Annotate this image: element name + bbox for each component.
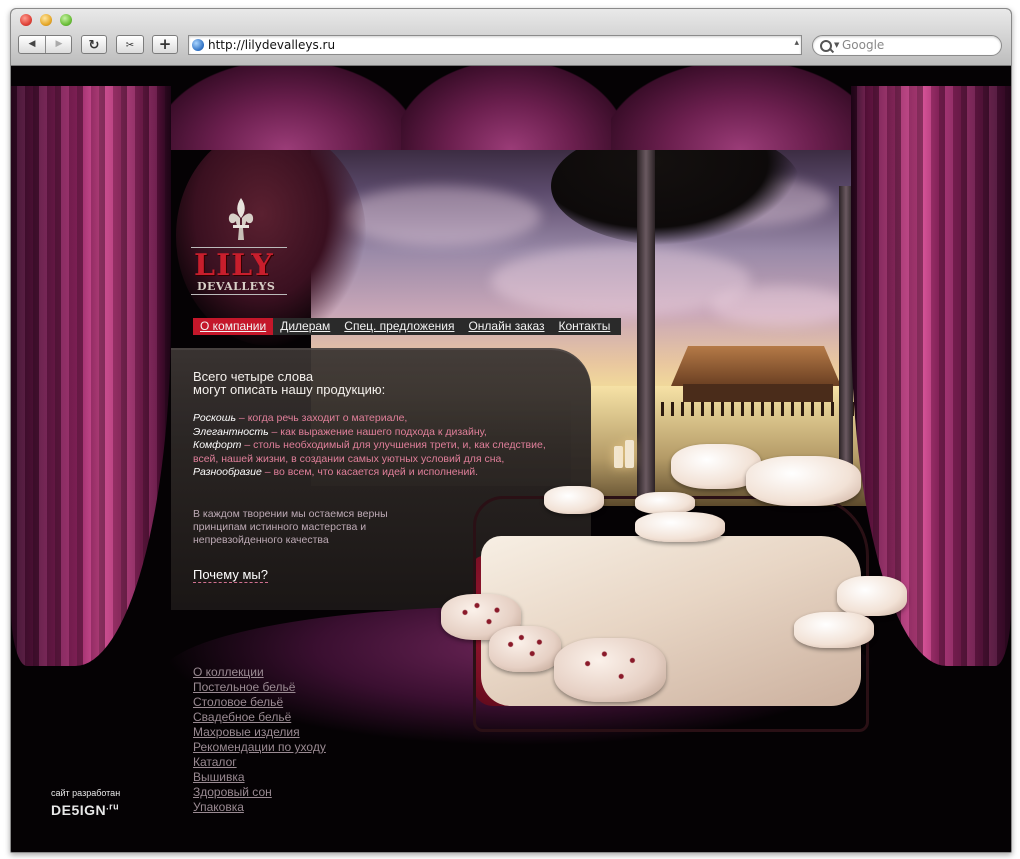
search-input[interactable]: ▼ Google [812,35,1002,56]
search-icon [820,40,832,52]
pillow [635,512,725,542]
motto-line: непревзойденного качества [193,534,329,546]
feature-text: – во всем, что касается идей и исполнени… [261,466,479,478]
feature-term: Элегантность [193,425,269,438]
candle [614,446,623,468]
address-dropdown-icon[interactable]: ▴ [794,38,799,48]
credit-caption: сайт разработан [51,788,121,798]
pillow [746,456,861,506]
feature-term: Роскошь [193,412,237,424]
menu-item-healthy-sleep[interactable]: Здоровый сон [193,785,326,800]
credit-brand-name: DE5IGN [51,801,107,818]
url-text: http://lilydevalleys.ru [208,38,336,52]
logo-rule-bottom [191,294,287,295]
nav-item-contacts[interactable]: Контакты [552,318,618,335]
web-clip-button[interactable]: ✂ [116,35,144,54]
logo-name-top: LILY [194,248,274,283]
palm-trunk [637,136,655,496]
back-arrow-icon: ◀ [28,39,36,49]
pillow [794,612,874,648]
intro-headline: Всего четыре слова могут описать нашу пр… [193,370,493,396]
bungalow-roof [671,346,841,386]
menu-item-table-linen[interactable]: Столовое бельё [193,695,326,710]
pillow [554,638,666,702]
logo-name-bottom: DEVALLEYS [197,280,276,293]
valance-drape [611,66,871,150]
forward-button[interactable]: ▶ [46,36,72,53]
add-bookmark-button[interactable]: + [152,35,178,54]
headline-line: могут описать нашу продукцию: [193,382,386,397]
valance-drape [161,66,411,150]
menu-item-catalog[interactable]: Каталог [193,755,326,770]
page-viewport: LILY DEVALLEYS О компании Дилерам Спец. … [11,66,1011,852]
candle [625,440,634,468]
feature-text: всей, нашей жизни, в создании самых уютн… [193,452,505,465]
plus-icon: + [158,35,172,53]
pillow [635,492,695,514]
pier [661,402,861,416]
site-logo[interactable]: LILY DEVALLEYS [191,196,291,306]
menu-item-care-recommendations[interactable]: Рекомендации по уходу [193,740,326,755]
feature-term: Комфорт [193,439,242,451]
browser-toolbar: ◀ ▶ ↻ ✂ + http://lilydevalleys.ru ▴ ▼ Go… [11,9,1011,66]
close-window-button[interactable] [20,14,32,26]
forward-arrow-icon: ▶ [55,39,63,49]
main-navigation: О компании Дилерам Спец. предложения Онл… [193,318,622,335]
search-placeholder: Google [842,38,885,52]
menu-item-packaging[interactable]: Упаковка [193,800,326,815]
fleur-de-lis-icon [228,198,254,240]
globe-icon [192,39,204,51]
feature-line: Роскошь – когда речь заходит о материале… [193,412,583,426]
nav-item-dealers[interactable]: Дилерам [273,318,337,335]
feature-line: Элегантность – как выражение нашего подх… [193,426,583,440]
address-bar[interactable]: http://lilydevalleys.ru ▴ [188,35,802,55]
browser-window: ◀ ▶ ↻ ✂ + http://lilydevalleys.ru ▴ ▼ Go… [10,8,1012,853]
feature-line: всей, нашей жизни, в создании самых уютн… [193,453,583,467]
menu-item-embroidery[interactable]: Вышивка [193,770,326,785]
cloud [711,286,851,326]
search-caret-icon: ▼ [834,41,840,49]
left-curtain [11,86,171,666]
pillow [544,486,604,514]
feature-line: Комфорт – столь необходимый для улучшени… [193,439,583,453]
feature-text: – когда речь заходит о материале, [236,412,408,424]
bungalow [683,384,833,402]
zoom-window-button[interactable] [60,14,72,26]
reload-button[interactable]: ↻ [81,35,107,54]
minimize-window-button[interactable] [40,14,52,26]
quality-motto: В каждом творении мы остаемся верны прин… [193,508,413,547]
nav-item-online-order[interactable]: Онлайн заказ [461,318,551,335]
developer-credit[interactable]: сайт разработан DE5IGN.ru [51,788,120,820]
menu-item-bed-linen[interactable]: Постельное бельё [193,680,326,695]
back-button[interactable]: ◀ [19,36,46,53]
menu-item-terry-products[interactable]: Махровые изделия [193,725,326,740]
feature-text: – столь необходимый для улучшения трети,… [241,439,546,451]
back-forward-group: ◀ ▶ [18,35,72,54]
valance-drape [401,66,621,150]
menu-item-wedding-linen[interactable]: Свадебное бельё [193,710,326,725]
pillow [489,626,561,672]
why-us-link[interactable]: Почему мы? [193,568,268,583]
scissors-icon: ✂ [125,40,135,51]
reload-icon: ↻ [88,38,100,53]
feature-line: Разнообразие – во всем, что касается иде… [193,466,583,480]
menu-item-about-collection[interactable]: О коллекции [193,665,326,680]
motto-line: В каждом творении мы остаемся верны [193,508,388,520]
pillow [837,576,907,616]
nav-item-about[interactable]: О компании [193,318,274,335]
feature-list: Роскошь – когда речь заходит о материале… [193,412,583,480]
feature-text: – как выражение нашего подхода к дизайну… [268,425,487,438]
motto-line: принципам истинного мастерства и [193,521,367,533]
cloud [341,186,541,246]
credit-brand-suffix: .ru [106,801,120,811]
nav-item-special-offers[interactable]: Спец. предложения [337,318,461,335]
credit-brand: DE5IGN.ru [51,801,120,818]
feature-term: Разнообразие [193,466,262,478]
collection-menu: О коллекции Постельное бельё Столовое бе… [193,665,326,815]
